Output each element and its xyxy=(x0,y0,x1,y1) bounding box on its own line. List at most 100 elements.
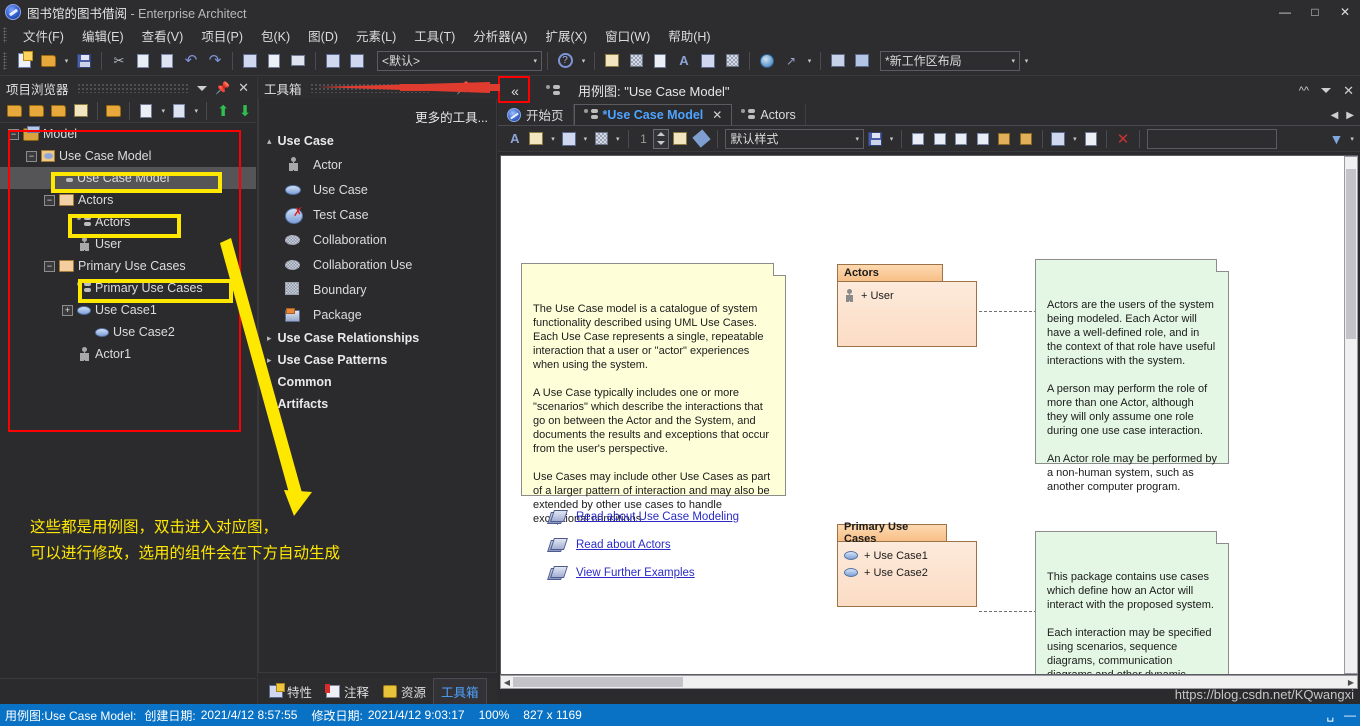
chevron-down-icon[interactable] xyxy=(197,85,208,91)
same-width-button[interactable] xyxy=(994,128,1014,150)
align-top-button[interactable] xyxy=(951,128,971,150)
bottom-tab-properties[interactable]: 特性 xyxy=(262,679,319,704)
toolbox-item-boundary[interactable]: Boundary xyxy=(259,277,496,302)
more-tools-link[interactable]: 更多的工具... xyxy=(259,99,496,130)
chevron-down-icon[interactable] xyxy=(1321,88,1332,93)
stepper-down-icon[interactable] xyxy=(657,141,666,145)
toolbox-item-collaboration[interactable]: Collaboration xyxy=(259,227,496,252)
document-view-button[interactable] xyxy=(263,50,285,72)
tree-node-actors-package[interactable]: − Actors xyxy=(0,189,256,211)
bottom-tab-toolbox[interactable]: 工具箱 xyxy=(433,677,487,705)
new-element-button[interactable] xyxy=(71,100,91,122)
text-style-button[interactable]: A xyxy=(673,50,695,72)
menu-element[interactable]: 元素(L) xyxy=(347,24,405,47)
toolbox-item-test-case[interactable]: Test Case xyxy=(259,202,496,227)
tree-node-use-case-model-view[interactable]: − Use Case Model xyxy=(0,145,256,167)
inspect-button[interactable] xyxy=(346,50,368,72)
scroll-left-icon[interactable]: ◀ xyxy=(501,676,513,688)
link-label[interactable]: Read about Actors xyxy=(576,539,671,551)
fill-color-button[interactable] xyxy=(527,128,547,150)
tab-prev-icon[interactable]: ◀ xyxy=(1331,110,1339,121)
copy-button[interactable] xyxy=(132,50,154,72)
diagram-search-input[interactable] xyxy=(1146,128,1277,149)
tree-node-use-case-model-diagram[interactable]: Use Case Model xyxy=(0,167,256,189)
tree-node-model[interactable]: − Model xyxy=(0,123,256,145)
close-button[interactable]: ✕ xyxy=(1330,0,1360,24)
primary-use-cases-note[interactable]: This package contains use cases which de… xyxy=(1035,531,1229,674)
menu-package[interactable]: 包(K) xyxy=(252,24,299,47)
expander-icon[interactable]: + xyxy=(62,304,73,316)
code-list-button[interactable] xyxy=(721,50,743,72)
toolbox-group-artifacts[interactable]: ▸ Artifacts xyxy=(259,393,496,415)
edit-properties-dropdown[interactable]: ▾ xyxy=(158,100,167,122)
close-icon[interactable]: ✕ xyxy=(1343,83,1354,99)
open-project-dropdown[interactable]: ▾ xyxy=(61,50,71,72)
tree-node-use-case2[interactable]: Use Case2 xyxy=(0,321,256,343)
actors-package[interactable]: Actors + User xyxy=(837,264,977,347)
scrollbar-thumb[interactable] xyxy=(513,677,683,687)
primary-use-cases-package[interactable]: Primary Use Cases + Use Case1 + Use Case… xyxy=(837,521,977,607)
save-project-button[interactable] xyxy=(73,50,95,72)
expander-icon[interactable]: − xyxy=(26,150,37,162)
expander-icon[interactable]: − xyxy=(44,260,55,272)
font-color-button[interactable]: A xyxy=(505,128,525,150)
expander-icon[interactable]: − xyxy=(44,194,55,206)
copy-paste-button[interactable] xyxy=(169,100,189,122)
save-style-button[interactable] xyxy=(865,128,885,150)
panel-drag-grip-icon[interactable] xyxy=(76,83,190,93)
gradient-dropdown[interactable]: ▾ xyxy=(613,128,622,150)
fill-color-dropdown[interactable]: ▾ xyxy=(548,128,557,150)
primary-use-cases-note-connector[interactable] xyxy=(979,611,1037,612)
toolbox-group-use-case-patterns[interactable]: ▸ Use Case Patterns xyxy=(259,349,496,371)
package-member[interactable]: + Use Case2 xyxy=(844,564,970,581)
link-label[interactable]: View Further Examples xyxy=(576,567,695,579)
save-style-dropdown[interactable]: ▾ xyxy=(887,128,896,150)
model-wizard-button[interactable] xyxy=(104,100,124,122)
align-right-button[interactable] xyxy=(930,128,950,150)
diagram-canvas-wrapper[interactable]: The Use Case model is a catalogue of sys… xyxy=(500,155,1358,675)
model-tree[interactable]: − Model − Use Case Model Use Case Model … xyxy=(0,123,256,675)
menu-extend[interactable]: 扩展(X) xyxy=(536,24,596,47)
line-color-dropdown[interactable]: ▾ xyxy=(580,128,589,150)
menu-help[interactable]: 帮助(H) xyxy=(659,24,719,47)
layout-button[interactable] xyxy=(1048,128,1068,150)
menu-analyzer[interactable]: 分析器(A) xyxy=(464,24,536,47)
zoom-stepper[interactable] xyxy=(653,128,670,149)
web-publish-button[interactable] xyxy=(756,50,778,72)
panel-drag-grip-icon[interactable] xyxy=(309,83,431,93)
tree-node-primary-use-cases-package[interactable]: − Primary Use Cases xyxy=(0,255,256,277)
diagram-canvas[interactable]: The Use Case model is a catalogue of sys… xyxy=(501,156,1343,674)
menu-tools[interactable]: 工具(T) xyxy=(405,24,464,47)
package-member[interactable]: + User xyxy=(844,287,970,304)
align-left-button[interactable] xyxy=(908,128,928,150)
scrollbar-thumb[interactable] xyxy=(1346,169,1356,339)
glossary-button[interactable] xyxy=(697,50,719,72)
find-in-project-button[interactable] xyxy=(239,50,261,72)
actors-note[interactable]: Actors are the users of the system being… xyxy=(1035,259,1229,493)
status-collapse-icon[interactable]: ␣ xyxy=(1326,708,1334,722)
toolbox-item-actor[interactable]: Actor xyxy=(259,152,496,177)
tab-start-page[interactable]: 开始页 xyxy=(498,104,574,125)
menubar-grip-icon[interactable] xyxy=(3,27,7,43)
toolbox-item-use-case[interactable]: Use Case xyxy=(259,177,496,202)
new-model-button[interactable] xyxy=(5,100,25,122)
tree-node-primary-use-cases-diagram[interactable]: Primary Use Cases xyxy=(0,277,256,299)
edit-properties-button[interactable] xyxy=(136,100,156,122)
cut-button[interactable]: ✂ xyxy=(108,50,130,72)
new-diagram-button[interactable] xyxy=(49,100,69,122)
tree-node-use-case1[interactable]: + Use Case1 xyxy=(0,299,256,321)
toolbar-overflow[interactable]: ▾ xyxy=(1021,50,1031,72)
tree-node-actor1[interactable]: Actor1 xyxy=(0,343,256,365)
gradient-button[interactable] xyxy=(591,128,611,150)
menu-project[interactable]: 项目(P) xyxy=(192,24,252,47)
tree-node-user[interactable]: User xyxy=(0,233,256,255)
tree-node-actors-diagram[interactable]: Actors xyxy=(0,211,256,233)
new-project-button[interactable] xyxy=(13,50,35,72)
portal-button[interactable] xyxy=(851,50,873,72)
perspective-combo[interactable]: <默认> ▾ xyxy=(377,50,542,71)
status-minimize-icon[interactable]: — xyxy=(1344,708,1356,722)
link-label[interactable]: Read about Use Case Modeling xyxy=(576,511,739,523)
maximize-button[interactable]: □ xyxy=(1300,0,1330,24)
stepper-up-icon[interactable] xyxy=(657,132,666,136)
zoom-search-button[interactable] xyxy=(322,50,344,72)
